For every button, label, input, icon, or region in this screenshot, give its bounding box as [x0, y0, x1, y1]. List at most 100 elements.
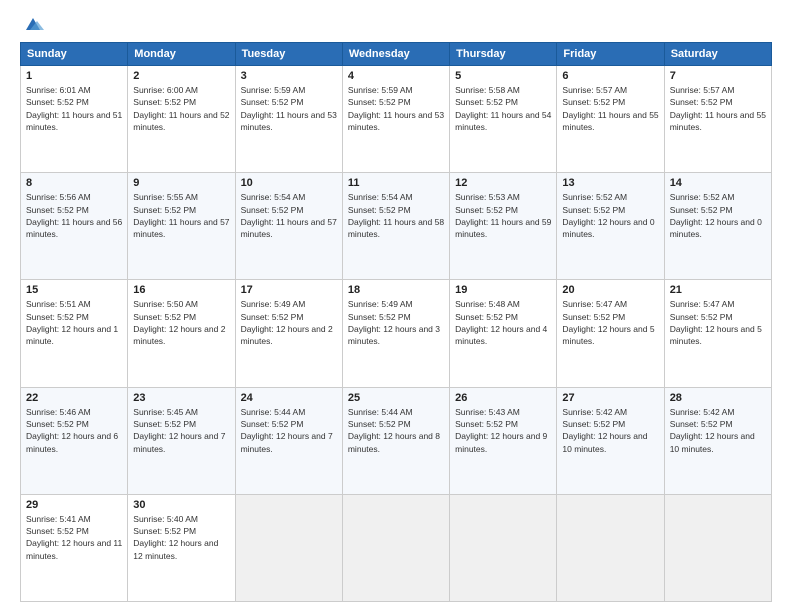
- day-number: 29: [26, 499, 122, 511]
- day-info: Sunrise: 5:49 AMSunset: 5:52 PMDaylight:…: [241, 299, 333, 346]
- day-number: 3: [241, 70, 337, 82]
- calendar-row-4: 22Sunrise: 5:46 AMSunset: 5:52 PMDayligh…: [21, 387, 772, 494]
- calendar-cell: 11Sunrise: 5:54 AMSunset: 5:52 PMDayligh…: [342, 173, 449, 280]
- header-cell-sunday: Sunday: [21, 43, 128, 66]
- calendar-row-2: 8Sunrise: 5:56 AMSunset: 5:52 PMDaylight…: [21, 173, 772, 280]
- calendar-cell: 6 Sunrise: 5:57 AMSunset: 5:52 PMDaylight…: [557, 66, 664, 173]
- calendar-cell: 24 Sunrise: 5:44 AMSunset: 5:52 PMDayligh…: [235, 387, 342, 494]
- day-info: Sunrise: 5:44 AMSunset: 5:52 PMDaylight:…: [348, 407, 440, 454]
- day-number: 20: [562, 284, 658, 296]
- day-number: 17: [241, 284, 337, 296]
- day-info: Sunrise: 5:51 AMSunset: 5:52 PMDaylight:…: [26, 299, 118, 346]
- calendar-cell: 3 Sunrise: 5:59 AMSunset: 5:52 PMDaylight…: [235, 66, 342, 173]
- day-info: Sunrise: 5:45 AMSunset: 5:52 PMDaylight:…: [133, 407, 225, 454]
- calendar-cell: 19 Sunrise: 5:48 AMSunset: 5:52 PMDayligh…: [450, 280, 557, 387]
- calendar-cell: 4 Sunrise: 5:59 AMSunset: 5:52 PMDaylight…: [342, 66, 449, 173]
- calendar-cell: 20 Sunrise: 5:47 AMSunset: 5:52 PMDayligh…: [557, 280, 664, 387]
- header-cell-saturday: Saturday: [664, 43, 771, 66]
- day-number: 15: [26, 284, 122, 296]
- calendar-cell: 5Sunrise: 5:58 AMSunset: 5:52 PMDaylight…: [450, 66, 557, 173]
- day-number: 14: [670, 177, 766, 189]
- logo-icon: [22, 16, 44, 34]
- calendar-cell: 10 Sunrise: 5:54 AMSunset: 5:52 PMDayligh…: [235, 173, 342, 280]
- calendar-cell: 1 Sunrise: 6:01 AMSunset: 5:52 PMDaylight…: [21, 66, 128, 173]
- day-number: 26: [455, 392, 551, 404]
- calendar-cell: 7 Sunrise: 5:57 AMSunset: 5:52 PMDaylight…: [664, 66, 771, 173]
- day-info: Sunrise: 5:54 AMSunset: 5:52 PMDaylight:…: [241, 192, 337, 239]
- calendar-cell: 18 Sunrise: 5:49 AMSunset: 5:52 PMDayligh…: [342, 280, 449, 387]
- logo: [20, 16, 44, 34]
- header-cell-thursday: Thursday: [450, 43, 557, 66]
- calendar-header: SundayMondayTuesdayWednesdayThursdayFrid…: [21, 43, 772, 66]
- calendar-cell: 26 Sunrise: 5:43 AMSunset: 5:52 PMDayligh…: [450, 387, 557, 494]
- calendar-cell: 13Sunrise: 5:52 AMSunset: 5:52 PMDayligh…: [557, 173, 664, 280]
- day-number: 4: [348, 70, 444, 82]
- day-info: Sunrise: 5:53 AMSunset: 5:52 PMDaylight:…: [455, 192, 551, 239]
- calendar-cell: 23Sunrise: 5:45 AMSunset: 5:52 PMDayligh…: [128, 387, 235, 494]
- day-number: 19: [455, 284, 551, 296]
- calendar-cell: [664, 494, 771, 601]
- day-info: Sunrise: 5:59 AMSunset: 5:52 PMDaylight:…: [348, 85, 444, 132]
- day-info: Sunrise: 5:52 AMSunset: 5:52 PMDaylight:…: [670, 192, 762, 239]
- header-cell-tuesday: Tuesday: [235, 43, 342, 66]
- day-info: Sunrise: 5:47 AMSunset: 5:52 PMDaylight:…: [670, 299, 762, 346]
- calendar-cell: 16 Sunrise: 5:50 AMSunset: 5:52 PMDayligh…: [128, 280, 235, 387]
- day-info: Sunrise: 5:42 AMSunset: 5:52 PMDaylight:…: [562, 407, 647, 454]
- calendar-cell: [557, 494, 664, 601]
- day-info: Sunrise: 5:42 AMSunset: 5:52 PMDaylight:…: [670, 407, 755, 454]
- day-info: Sunrise: 6:00 AMSunset: 5:52 PMDaylight:…: [133, 85, 229, 132]
- calendar-row-5: 29 Sunrise: 5:41 AMSunset: 5:52 PMDayligh…: [21, 494, 772, 601]
- day-info: Sunrise: 5:40 AMSunset: 5:52 PMDaylight:…: [133, 514, 218, 561]
- day-number: 9: [133, 177, 229, 189]
- calendar-cell: [235, 494, 342, 601]
- day-number: 2: [133, 70, 229, 82]
- calendar-cell: 12Sunrise: 5:53 AMSunset: 5:52 PMDayligh…: [450, 173, 557, 280]
- header-cell-friday: Friday: [557, 43, 664, 66]
- calendar-table: SundayMondayTuesdayWednesdayThursdayFrid…: [20, 42, 772, 602]
- calendar-row-1: 1 Sunrise: 6:01 AMSunset: 5:52 PMDaylight…: [21, 66, 772, 173]
- day-info: Sunrise: 5:57 AMSunset: 5:52 PMDaylight:…: [562, 85, 658, 132]
- day-number: 6: [562, 70, 658, 82]
- day-number: 5: [455, 70, 551, 82]
- header-cell-wednesday: Wednesday: [342, 43, 449, 66]
- day-info: Sunrise: 5:43 AMSunset: 5:52 PMDaylight:…: [455, 407, 547, 454]
- calendar-body: 1 Sunrise: 6:01 AMSunset: 5:52 PMDaylight…: [21, 66, 772, 602]
- day-number: 11: [348, 177, 444, 189]
- day-number: 16: [133, 284, 229, 296]
- calendar-cell: 8Sunrise: 5:56 AMSunset: 5:52 PMDaylight…: [21, 173, 128, 280]
- calendar-cell: [450, 494, 557, 601]
- calendar-cell: 17 Sunrise: 5:49 AMSunset: 5:52 PMDayligh…: [235, 280, 342, 387]
- calendar-cell: [342, 494, 449, 601]
- header-row: SundayMondayTuesdayWednesdayThursdayFrid…: [21, 43, 772, 66]
- day-info: Sunrise: 5:50 AMSunset: 5:52 PMDaylight:…: [133, 299, 225, 346]
- day-info: Sunrise: 5:48 AMSunset: 5:52 PMDaylight:…: [455, 299, 547, 346]
- day-number: 24: [241, 392, 337, 404]
- calendar-cell: 14 Sunrise: 5:52 AMSunset: 5:52 PMDayligh…: [664, 173, 771, 280]
- calendar-page: SundayMondayTuesdayWednesdayThursdayFrid…: [0, 0, 792, 612]
- day-info: Sunrise: 5:59 AMSunset: 5:52 PMDaylight:…: [241, 85, 337, 132]
- day-number: 1: [26, 70, 122, 82]
- day-number: 25: [348, 392, 444, 404]
- calendar-cell: 28Sunrise: 5:42 AMSunset: 5:52 PMDayligh…: [664, 387, 771, 494]
- logo-area: [20, 16, 44, 34]
- calendar-cell: 2 Sunrise: 6:00 AMSunset: 5:52 PMDaylight…: [128, 66, 235, 173]
- day-number: 7: [670, 70, 766, 82]
- day-info: Sunrise: 5:47 AMSunset: 5:52 PMDaylight:…: [562, 299, 654, 346]
- day-info: Sunrise: 5:55 AMSunset: 5:52 PMDaylight:…: [133, 192, 229, 239]
- calendar-cell: 22Sunrise: 5:46 AMSunset: 5:52 PMDayligh…: [21, 387, 128, 494]
- header: [20, 16, 772, 34]
- day-number: 18: [348, 284, 444, 296]
- calendar-cell: 21 Sunrise: 5:47 AMSunset: 5:52 PMDayligh…: [664, 280, 771, 387]
- day-number: 30: [133, 499, 229, 511]
- day-info: Sunrise: 5:41 AMSunset: 5:52 PMDaylight:…: [26, 514, 122, 561]
- day-info: Sunrise: 5:49 AMSunset: 5:52 PMDaylight:…: [348, 299, 440, 346]
- day-number: 8: [26, 177, 122, 189]
- day-number: 10: [241, 177, 337, 189]
- day-number: 22: [26, 392, 122, 404]
- day-info: Sunrise: 5:57 AMSunset: 5:52 PMDaylight:…: [670, 85, 766, 132]
- day-info: Sunrise: 6:01 AMSunset: 5:52 PMDaylight:…: [26, 85, 122, 132]
- day-number: 13: [562, 177, 658, 189]
- day-info: Sunrise: 5:44 AMSunset: 5:52 PMDaylight:…: [241, 407, 333, 454]
- calendar-cell: 30 Sunrise: 5:40 AMSunset: 5:52 PMDayligh…: [128, 494, 235, 601]
- day-number: 21: [670, 284, 766, 296]
